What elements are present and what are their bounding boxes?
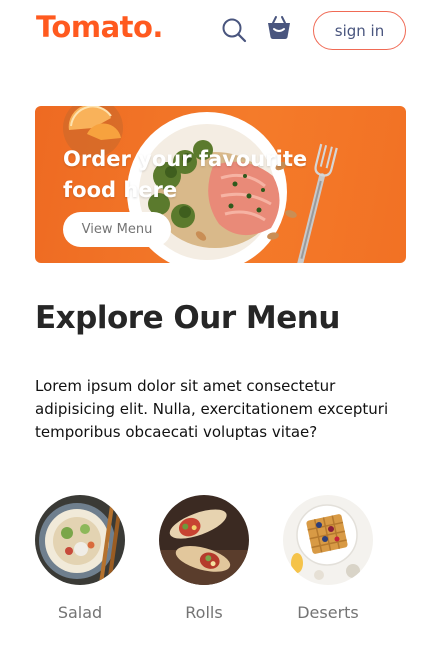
sign-in-button[interactable]: sign in <box>313 11 406 50</box>
menu-item-label: Deserts <box>297 603 359 622</box>
menu-item-deserts[interactable]: Deserts <box>268 495 388 635</box>
rolls-image <box>159 495 249 585</box>
menu-category-list: Salad Rolls Deserts <box>0 495 447 645</box>
basket-icon <box>268 16 290 39</box>
search-icon <box>222 18 247 43</box>
menu-item-salad[interactable]: Salad <box>20 495 140 635</box>
menu-item-rolls[interactable]: Rolls <box>144 495 264 635</box>
search-button[interactable] <box>221 17 247 43</box>
basket-button[interactable] <box>266 14 292 40</box>
deserts-image <box>283 495 373 585</box>
menu-item-label: Rolls <box>185 603 223 622</box>
hero-title: Order your favourite food here <box>63 147 308 202</box>
logo[interactable]: Tomato. <box>36 10 163 44</box>
salad-image <box>35 495 125 585</box>
hero-banner: Order your favourite food here View Menu <box>35 106 406 263</box>
explore-menu-title: Explore Our Menu <box>35 300 340 336</box>
navbar: Tomato. sign in <box>0 0 447 62</box>
menu-item-label: Salad <box>57 603 103 622</box>
explore-menu-description: Lorem ipsum dolor sit amet consectetur a… <box>35 377 389 441</box>
view-menu-button[interactable]: View Menu <box>63 212 171 247</box>
